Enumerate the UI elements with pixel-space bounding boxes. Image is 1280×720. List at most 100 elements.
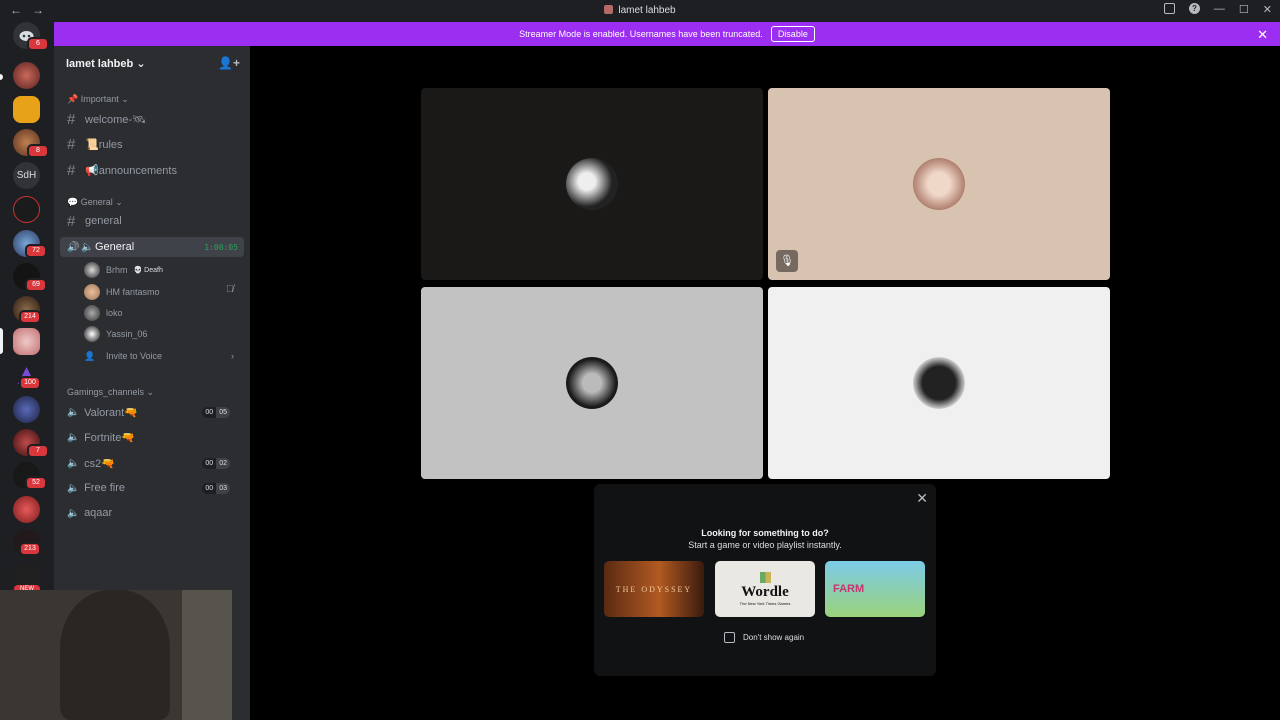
server-badge: 52 [25, 476, 47, 490]
activity-suggestion-panel: ✕ Looking for something to do? Start a g… [594, 484, 936, 676]
call-timer: 1:00:05 [204, 242, 238, 252]
server-name: lamet lahbeb [66, 58, 134, 70]
window-titlebar: ← → lamet lahbeb ? — ☐ ✕ [0, 0, 1280, 22]
server-icon[interactable] [13, 96, 40, 123]
disable-streamer-mode-button[interactable]: Disable [770, 26, 815, 42]
participant-avatar [566, 357, 618, 409]
server-icon[interactable] [13, 196, 40, 223]
server-icon[interactable] [13, 496, 40, 523]
user-count: 00 02 [202, 457, 230, 469]
webcam-person [60, 590, 170, 720]
server-icon[interactable] [13, 396, 40, 423]
voice-channel-aqaar[interactable]: 🔈 aqaar [60, 503, 244, 523]
activity-card-farm[interactable]: FARM [825, 561, 925, 617]
voice-channel-free-fire[interactable]: 🔈 Free fire 00 03 [60, 478, 244, 498]
hash-icon: # [67, 135, 76, 153]
voice-user[interactable]: HM fantasmo [84, 283, 160, 301]
participant-tile[interactable] [768, 287, 1110, 479]
category-label: Gamings_channels [67, 387, 145, 397]
invite-to-voice[interactable]: 👤 Invite to Voice › [84, 347, 234, 365]
channel-rules[interactable]: # 📜rules [60, 134, 244, 154]
card-title: THE ODYSSEY [615, 584, 693, 594]
server-icon [604, 5, 614, 14]
speaker-icon: 🔊 [67, 241, 80, 253]
hash-icon: # [67, 212, 76, 230]
server-header[interactable]: lamet lahbeb ⌄ 👤+ [54, 46, 250, 79]
hash-icon: # [67, 110, 76, 128]
participant-tile[interactable] [421, 287, 763, 479]
voice-user[interactable]: loko [84, 304, 123, 322]
server-icon[interactable] [13, 62, 40, 89]
inbox-icon[interactable] [1163, 3, 1175, 14]
minimize-button[interactable]: — [1214, 3, 1225, 16]
username: Yassin_06 [106, 329, 148, 339]
avatar [84, 284, 100, 300]
avatar [84, 326, 100, 342]
server-badge: 8 [27, 144, 49, 158]
channel-label: welcome-🛰 [85, 113, 147, 126]
channel-label: aqaar [84, 507, 113, 519]
avatar [84, 305, 100, 321]
chevron-right-icon: › [231, 351, 234, 361]
user-count: 00 05 [202, 406, 230, 418]
activity-subheading: Start a game or video playlist instantly… [688, 540, 842, 550]
activity-card-wordle[interactable]: Wordle The New York Times Games [715, 561, 815, 617]
unread-pill [0, 74, 3, 80]
person-add-icon: 👤 [84, 350, 96, 361]
dont-show-again-checkbox[interactable]: Don't show again [724, 632, 804, 643]
muted-mic-icon: 🎙̸ [226, 284, 234, 295]
checkbox-label: Don't show again [743, 633, 805, 642]
chevron-down-icon: ⌄ [136, 58, 146, 70]
channel-label: Free fire [84, 482, 126, 494]
category-gaming[interactable]: Gamings_channels ⌄ [67, 387, 154, 398]
activity-heading: Looking for something to do? [701, 528, 829, 538]
webcam-overlay [0, 590, 232, 720]
speaker-icon: 🔈 [67, 406, 80, 418]
server-badge: 7 [27, 444, 49, 458]
server-badge: 100 [19, 376, 41, 390]
close-icon[interactable]: ✕ [916, 490, 928, 507]
server-badge: 214 [19, 310, 41, 324]
speaker-icon: 🔈 [67, 431, 80, 443]
channel-label: 📢announcements [85, 164, 177, 177]
voice-channel-fortnite[interactable]: 🔈 Fortnite🔫 [60, 427, 244, 447]
server-badge: 213 [19, 542, 41, 556]
activity-card-odyssey[interactable]: THE ODYSSEY [604, 561, 704, 617]
webcam-background [182, 590, 232, 720]
help-icon[interactable]: ? [1188, 3, 1200, 14]
category-general[interactable]: 💬 General ⌄ [67, 197, 123, 208]
user-tag: 💀 Deafh [133, 267, 163, 274]
server-icon-sdh[interactable]: SdH [13, 162, 40, 189]
card-title: Wordle [741, 584, 789, 600]
participant-tile[interactable]: 🎙 [768, 88, 1110, 280]
username: loko [106, 308, 123, 318]
speaker-icon: 🔈 [67, 507, 80, 519]
avatar [84, 262, 100, 278]
card-title: FARM [833, 583, 865, 595]
category-label: Important [80, 94, 119, 104]
banner-close-icon[interactable]: ✕ [1257, 27, 1268, 43]
voice-channel-cs2[interactable]: 🔈 cs2🔫 00 02 [60, 453, 244, 473]
voice-channel-valorant[interactable]: 🔈 Valorant🔫 00 05 [60, 402, 244, 422]
window-title: lamet lahbeb [618, 5, 676, 16]
participant-tile[interactable] [421, 88, 763, 280]
invite-label: Invite to Voice [106, 351, 163, 361]
maximize-button[interactable]: ☐ [1239, 3, 1249, 16]
channel-announcements[interactable]: # 📢announcements [60, 160, 244, 180]
checkbox-icon [724, 632, 735, 643]
channel-general-text[interactable]: # general [60, 211, 244, 231]
voice-user[interactable]: Brhm 💀 Deafh [84, 261, 163, 279]
channel-welcome[interactable]: # welcome-🛰 [60, 109, 244, 129]
category-important[interactable]: 📌 Important ⌄ [67, 94, 129, 105]
channel-label: 📜rules [85, 138, 123, 151]
voice-channel-general[interactable]: 🔊 🔈 General 1:00:05 [60, 237, 244, 257]
server-badge: 72 [25, 244, 47, 258]
category-label: General [80, 197, 113, 207]
voice-user[interactable]: Yassin_06 [84, 325, 147, 343]
channel-label: Valorant🔫 [84, 406, 138, 419]
speaker-icon: 🔈 [67, 457, 80, 469]
server-icon-active[interactable] [13, 328, 40, 355]
channel-label: cs2🔫 [84, 457, 115, 470]
close-window-button[interactable]: ✕ [1263, 3, 1272, 16]
invite-people-icon[interactable]: 👤+ [218, 56, 240, 70]
